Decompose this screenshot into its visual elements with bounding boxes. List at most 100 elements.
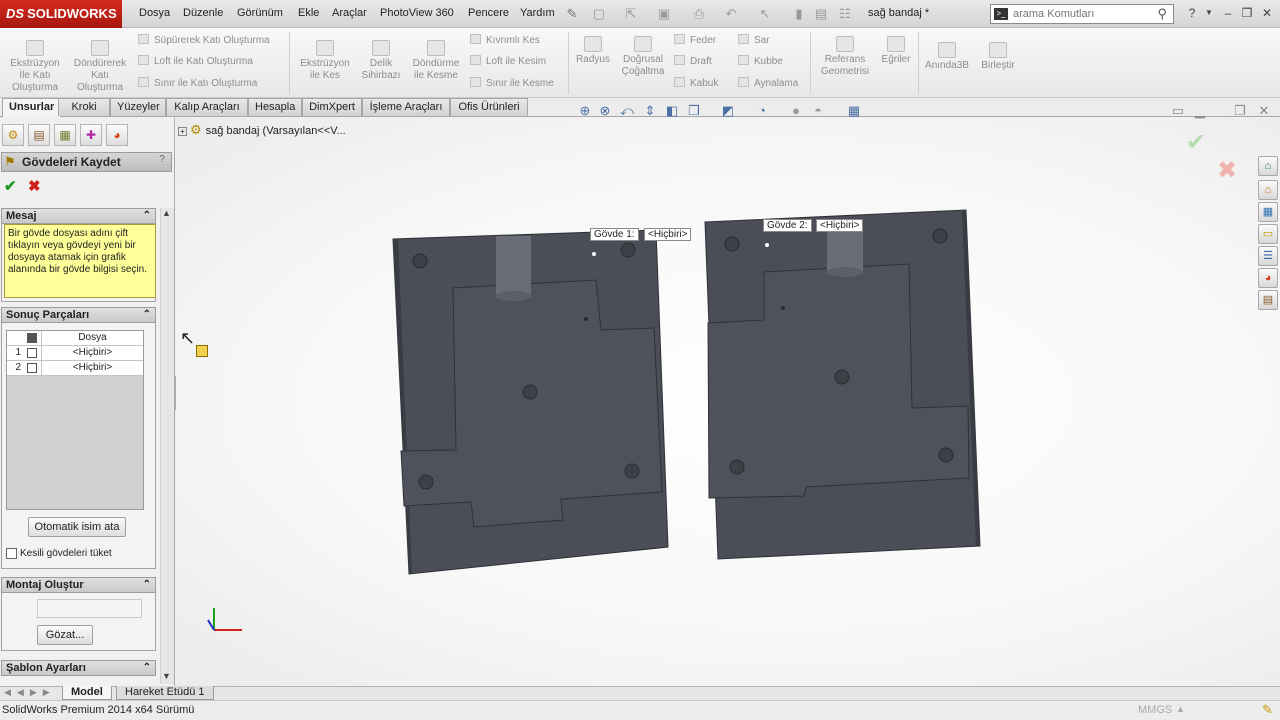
solidworks-resources-icon[interactable]: ⌂: [1258, 156, 1278, 176]
previous-view-icon[interactable]: ⤺: [619, 103, 635, 119]
fillet-button[interactable]: Radyus: [572, 36, 614, 66]
display-style-icon[interactable]: ◩: [720, 103, 736, 119]
sweep-boss-button[interactable]: Süpürerek Katı Oluşturma: [138, 34, 270, 48]
tab-motion-study[interactable]: Hareket Etüdü 1: [116, 686, 214, 700]
reference-geometry-button[interactable]: Referans Geometrisi: [814, 36, 876, 78]
print-icon[interactable]: ⎙: [690, 6, 708, 22]
hide-show-items-icon[interactable]: ◔: [754, 103, 770, 119]
body-2-file-callout[interactable]: <Hiçbiri>: [816, 219, 864, 232]
configurationmanager-tab-icon[interactable]: ▦: [54, 124, 76, 146]
restore-icon[interactable]: ❐: [1239, 6, 1255, 20]
body-1[interactable]: [392, 229, 669, 575]
tab-dimxpert[interactable]: DimXpert: [302, 98, 362, 116]
table-row[interactable]: 1 <Hiçbiri>: [7, 346, 143, 361]
curves-button[interactable]: Eğriler: [876, 36, 916, 66]
extrude-boss-button[interactable]: Ekstrüzyon İle Katı Oluşturma: [4, 40, 66, 94]
browse-button[interactable]: Gözat...: [37, 625, 93, 645]
help-dropdown-icon[interactable]: ▼: [1201, 6, 1217, 20]
new-document-icon[interactable]: ▢: [590, 6, 608, 22]
collapse-chevron-icon[interactable]: ⌃: [143, 209, 151, 223]
menu-photoview[interactable]: PhotoView 360: [380, 7, 454, 19]
tab-unsurlar[interactable]: Unsurlar: [2, 98, 62, 117]
row-checkbox[interactable]: [27, 348, 37, 358]
hole-wizard-button[interactable]: Delik Sihirbazı: [358, 40, 404, 82]
design-library-icon[interactable]: ▦: [1258, 202, 1278, 222]
collapse-chevron-icon[interactable]: ⌃: [143, 308, 151, 322]
lofted-cut-button[interactable]: Loft ile Kesim: [470, 55, 546, 69]
message-group-header[interactable]: Mesaj ⌃: [1, 208, 156, 224]
combine-button[interactable]: Birleştir: [976, 42, 1020, 72]
assembly-group-header[interactable]: Montaj Oluştur ⌃: [1, 577, 156, 593]
help-button[interactable]: ?: [156, 154, 168, 168]
undo-icon[interactable]: ↶: [722, 6, 740, 22]
menu-araclar[interactable]: Araçlar: [332, 7, 367, 19]
result-parts-group-header[interactable]: Sonuç Parçaları ⌃: [1, 307, 156, 323]
instant3d-button[interactable]: Anında3B: [920, 42, 974, 72]
panel-scrollbar[interactable]: [160, 208, 174, 684]
tab-yuzeyler[interactable]: Yüzeyler: [110, 98, 166, 116]
tab-model[interactable]: Model: [62, 686, 112, 700]
boundary-cut-button[interactable]: Sınır ile Kesme: [470, 77, 554, 91]
menu-pencere[interactable]: Pencere: [468, 7, 509, 19]
units-indicator[interactable]: MMGS: [1138, 704, 1172, 716]
auto-name-button[interactable]: Otomatik isim ata: [28, 517, 126, 537]
tab-ofis-urunleri[interactable]: Ofis Ürünleri: [450, 98, 528, 116]
appearances-icon[interactable]: ◕: [1258, 268, 1278, 288]
dynamic-annotation-icon[interactable]: ◧: [664, 103, 680, 119]
rebuild-icon[interactable]: ▮: [790, 6, 808, 22]
solidworks-logo[interactable]: DS SOLIDWORKS: [0, 0, 122, 28]
template-group-header[interactable]: Şablon Ayarları ⌃: [1, 660, 156, 676]
tab-hesapla[interactable]: Hesapla: [248, 98, 302, 116]
draft-button[interactable]: Draft: [674, 55, 712, 69]
display-manager-tab-icon[interactable]: ◕: [106, 124, 128, 146]
dimxpert-tab-icon[interactable]: ✚: [80, 124, 102, 146]
edit-appearance-icon[interactable]: ●: [788, 103, 804, 119]
table-row[interactable]: 2 <Hiçbiri>: [7, 361, 143, 376]
row-file-cell[interactable]: <Hiçbiri>: [41, 346, 143, 360]
swept-cut-button[interactable]: Kıvrımlı Kes: [470, 34, 540, 48]
loft-boss-button[interactable]: Loft ile Katı Oluşturma: [138, 55, 253, 69]
body-1-callout[interactable]: Gövde 1:: [590, 228, 639, 241]
search-icon[interactable]: ⚲: [1157, 6, 1167, 22]
revolve-cut-button[interactable]: Döndürme ile Kesme: [408, 40, 464, 82]
search-input[interactable]: [1013, 6, 1143, 22]
view-orientation-icon[interactable]: ❒: [686, 103, 702, 119]
zoom-to-area-icon[interactable]: ⊗: [597, 103, 613, 119]
tab-scroll-arrows-icon[interactable]: ◀◀▶▶: [4, 687, 56, 698]
scroll-up-icon[interactable]: ▲: [162, 208, 171, 218]
view-settings-icon[interactable]: ▦: [846, 103, 862, 119]
rebuild-status-icon[interactable]: ✎: [1262, 702, 1273, 718]
body-2[interactable]: [704, 209, 981, 560]
tab-kroki[interactable]: Kroki: [58, 98, 110, 116]
consume-bodies-checkbox[interactable]: [6, 548, 17, 559]
tab-kalip-araclari[interactable]: Kalıp Araçları: [166, 98, 248, 116]
save-icon[interactable]: ▣: [655, 6, 673, 22]
propertymanager-tab-icon[interactable]: ▤: [28, 124, 50, 146]
tab-isleme-araclari[interactable]: İşleme Araçları: [362, 98, 450, 116]
dome-button[interactable]: Kubbe: [738, 55, 783, 69]
row-file-cell[interactable]: <Hiçbiri>: [41, 361, 143, 375]
zoom-to-fit-icon[interactable]: ⊕: [577, 103, 593, 119]
select-icon[interactable]: ↖: [756, 6, 774, 22]
rib-button[interactable]: Feder: [674, 34, 716, 48]
viewport-close-icon[interactable]: ✕: [1256, 103, 1272, 119]
wrap-button[interactable]: Sar: [738, 34, 770, 48]
file-properties-icon[interactable]: ▤: [812, 6, 830, 22]
viewport-split-icon[interactable]: ▭: [1170, 103, 1186, 119]
revolve-boss-button[interactable]: Döndürerek Katı Oluşturma: [68, 40, 132, 94]
linear-pattern-button[interactable]: Doğrusal Çoğaltma: [616, 36, 670, 78]
home-icon[interactable]: ⌂: [1258, 180, 1278, 200]
collapse-chevron-icon[interactable]: ⌃: [143, 661, 151, 675]
menu-dosya[interactable]: Dosya: [139, 7, 170, 19]
viewport-minimize-icon[interactable]: ▁: [1192, 103, 1208, 119]
menu-duzenle[interactable]: Düzenle: [183, 7, 223, 19]
featuremanager-tab-icon[interactable]: ⚙: [2, 124, 24, 146]
command-search[interactable]: >_ ⚲: [990, 4, 1174, 24]
shell-button[interactable]: Kabuk: [674, 77, 718, 91]
body-2-callout[interactable]: Gövde 2:: [763, 219, 812, 232]
menu-yardim[interactable]: Yardım: [520, 7, 555, 19]
custom-properties-icon[interactable]: ▤: [1258, 290, 1278, 310]
ok-button[interactable]: ✔: [4, 177, 17, 195]
file-explorer-icon[interactable]: ▭: [1258, 224, 1278, 244]
units-dropdown-icon[interactable]: ▲: [1176, 704, 1185, 714]
